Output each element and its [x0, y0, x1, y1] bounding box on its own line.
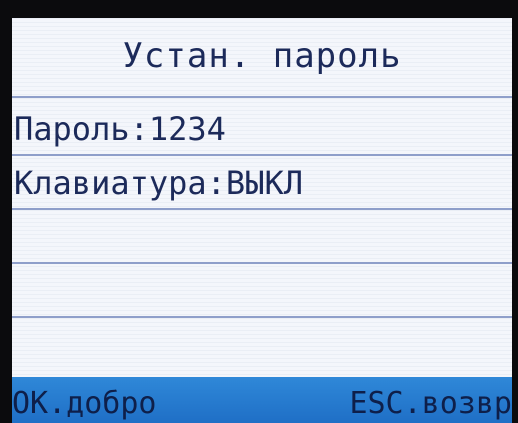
lcd-screen: Устан. пароль Пароль:1234 Клавиатура:ВЫК…: [12, 18, 512, 423]
menu-row-empty: [12, 264, 512, 318]
screen-title: Устан. пароль: [122, 36, 402, 76]
menu-row-empty: [12, 210, 512, 264]
password-label: Пароль:1234: [14, 110, 226, 148]
ok-softkey[interactable]: OK.добро: [12, 386, 157, 421]
keyboard-label: Клавиатура:ВЫКЛ: [14, 164, 303, 202]
menu-row-password[interactable]: Пароль:1234: [12, 102, 512, 156]
softkey-bar: OK.добро ESC.возвр: [12, 377, 512, 423]
menu-row-keyboard[interactable]: Клавиатура:ВЫКЛ: [12, 156, 512, 210]
title-divider: [12, 96, 512, 98]
esc-softkey[interactable]: ESC.возвр: [349, 386, 512, 421]
device-bezel: Устан. пароль Пароль:1234 Клавиатура:ВЫК…: [0, 0, 518, 423]
